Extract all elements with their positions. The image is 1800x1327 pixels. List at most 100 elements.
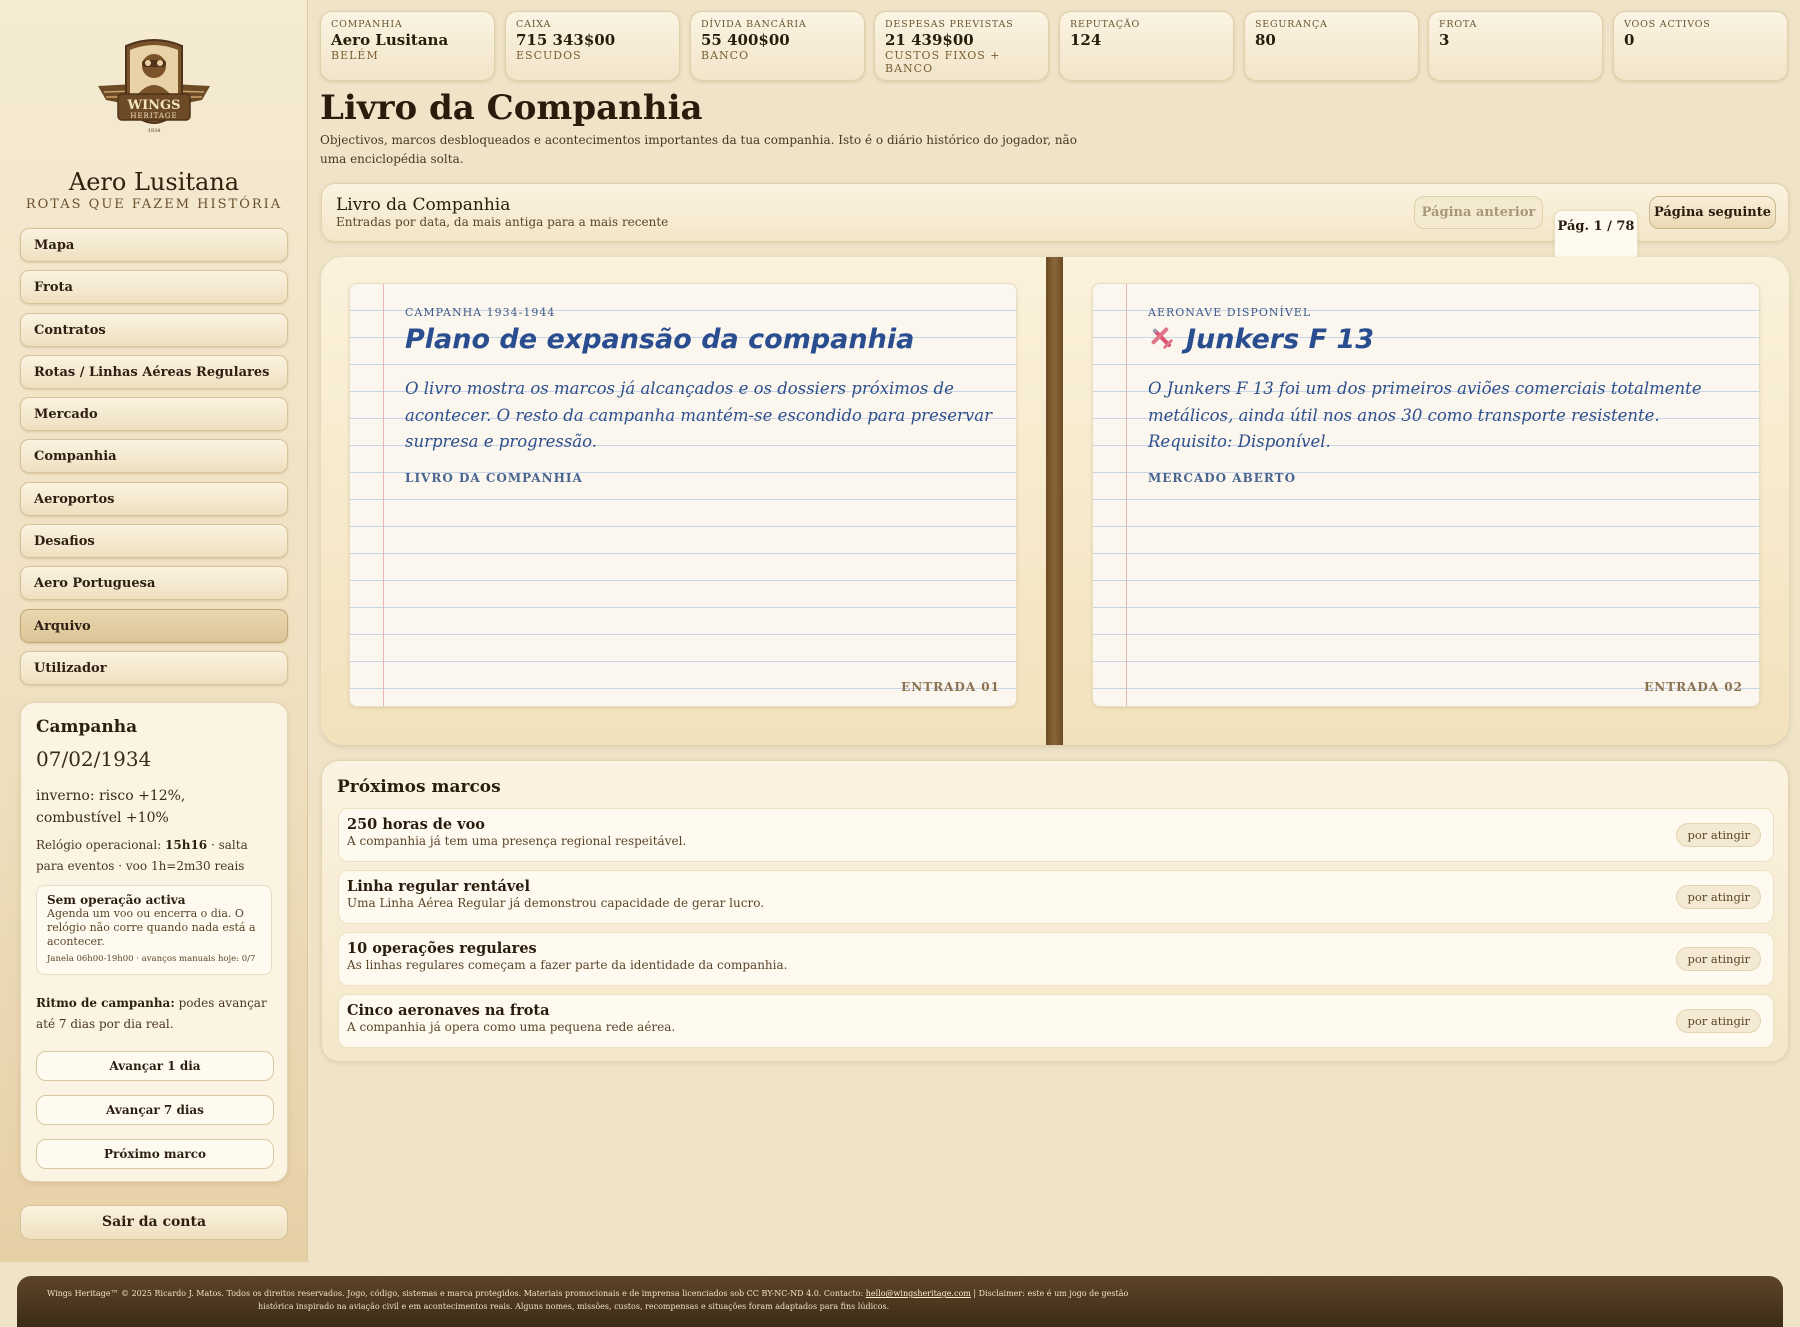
no-operation-text: Agenda um voo ou encerra o dia. O relógi…	[47, 907, 256, 948]
status-badge: por atingir	[1676, 1009, 1761, 1033]
advance-7-days-button[interactable]: Avançar 7 dias	[36, 1095, 274, 1125]
milestone-desc: As linhas regulares começam a fazer part…	[347, 958, 788, 972]
logout-button[interactable]: Sair da conta	[20, 1205, 288, 1240]
operational-clock: Relógio operacional: 15h16 · salta para …	[36, 835, 272, 877]
milestone-name: 250 horas de voo	[347, 816, 485, 833]
entry-heading-row: Junkers F 13	[1148, 324, 1374, 355]
stat-label: FROTA	[1439, 19, 1478, 30]
stat-label: REPUTAÇÃO	[1070, 19, 1141, 30]
page-description: Objectivos, marcos desbloqueados e acont…	[320, 133, 1077, 166]
campaign-season: inverno: risco +12%, combustível +10%	[36, 788, 186, 826]
stat-sub: ESCUDOS	[516, 49, 582, 62]
campaign-panel: Campanha 07/02/1934 inverno: risco +12%,…	[20, 702, 288, 1182]
wings-heritage-logo[interactable]: WINGS HERITAGE 1934	[96, 36, 212, 146]
sidebar-item-rotas[interactable]: Rotas / Linhas Aéreas Regulares	[20, 354, 288, 389]
stat-card-cash: CAIXA 715 343$00 ESCUDOS	[505, 11, 680, 81]
milestone-desc: Uma Linha Aérea Regular já demonstrou ca…	[347, 896, 765, 910]
milestone-desc: A companhia já opera como uma pequena re…	[347, 1020, 676, 1034]
no-operation-box: Sem operação activa Agenda um voo ou enc…	[36, 885, 272, 975]
entry-kicker: AERONAVE DISPONÍVEL	[1148, 306, 1312, 319]
stat-label: SEGURANÇA	[1255, 19, 1328, 30]
stat-value: 80	[1255, 31, 1276, 49]
contact-email-link[interactable]: hello@wingsheritage.com	[866, 1289, 971, 1298]
next-milestone-button[interactable]: Próximo marco	[36, 1139, 274, 1169]
milestone-name: 10 operações regulares	[347, 940, 537, 957]
stat-card-fleet: FROTA 3	[1428, 11, 1603, 81]
status-badge: por atingir	[1676, 823, 1761, 847]
book-header: Livro da Companhia Entradas por data, da…	[321, 183, 1789, 634]
clock-label: Relógio operacional:	[36, 838, 162, 852]
milestones-title: Próximos marcos	[337, 777, 501, 797]
milestone-row: Cinco aeronaves na frota A companhia já …	[338, 994, 1774, 1048]
stat-label: VOOS ACTIVOS	[1624, 19, 1711, 30]
sidebar-nav: Mapa Frota Contratos Rotas / Linhas Aére…	[20, 228, 288, 693]
entry-tag: MERCADO ABERTO	[1148, 471, 1297, 485]
stat-value: 715 343$00	[516, 31, 616, 49]
no-operation-title: Sem operação activa	[47, 893, 186, 907]
advance-1-day-button[interactable]: Avançar 1 dia	[36, 1051, 274, 1081]
sidebar-item-arquivo[interactable]: Arquivo	[20, 608, 288, 643]
stat-sub: CUSTOS FIXOS + BANCO	[885, 49, 1001, 75]
entry-kicker: CAMPANHA 1934-1944	[405, 306, 556, 319]
sidebar-item-desafios[interactable]: Desafios	[20, 524, 288, 559]
stat-value: Aero Lusitana	[331, 31, 449, 49]
sidebar-item-aero-portuguesa[interactable]: Aero Portuguesa	[20, 566, 288, 601]
pace-label: Ritmo de campanha:	[36, 996, 175, 1010]
book-page-right: AERONAVE DISPONÍVEL Junkers F 13 O Junke…	[1092, 283, 1760, 707]
stat-value: 3	[1439, 31, 1450, 49]
entry-tag: LIVRO DA COMPANHIA	[405, 471, 583, 485]
sidebar-item-frota[interactable]: Frota	[20, 270, 288, 305]
milestone-name: Linha regular rentável	[347, 878, 531, 895]
clock-value: 15h16	[165, 838, 208, 852]
entry-heading: Plano de expansão da companhia	[405, 324, 915, 355]
sidebar-item-contratos[interactable]: Contratos	[20, 312, 288, 347]
campaign-pace: Ritmo de campanha: podes avançar até 7 d…	[36, 993, 272, 1035]
stat-label: DÍVIDA BANCÁRIA	[701, 19, 807, 30]
entry-heading: Junkers F 13	[1186, 324, 1374, 355]
entry-number: ENTRADA 02	[1644, 680, 1743, 694]
sidebar-item-utilizador[interactable]: Utilizador	[20, 650, 288, 685]
logo-text-top: WINGS	[126, 98, 180, 113]
logo-year: 1934	[148, 128, 161, 134]
campaign-date: 07/02/1934	[36, 747, 152, 771]
operation-window: Janela 06h00-19h00 · avanços manuais hoj…	[47, 954, 256, 964]
sidebar-item-aeroportos[interactable]: Aeroportos	[20, 481, 288, 516]
status-badge: por atingir	[1676, 947, 1761, 971]
entry-body: O Junkers F 13 foi um dos primeiros aviõ…	[1148, 379, 1702, 451]
sidebar-item-mercado[interactable]: Mercado	[20, 397, 288, 432]
stat-label: DESPESAS PREVISTAS	[885, 19, 1014, 30]
stat-value: 0	[1624, 31, 1635, 49]
next-page-button[interactable]: Página seguinte	[1649, 196, 1776, 229]
footer-disclaimer: | Disclaimer: este é um jogo de gestão	[973, 1289, 1129, 1298]
entry-number: ENTRADA 01	[901, 680, 1000, 694]
milestone-row: 10 operações regulares As linhas regular…	[338, 932, 1774, 986]
stat-value: 55 400$00	[701, 31, 790, 49]
stat-sub: BELÉM	[331, 49, 379, 62]
stat-card-bank-debt: DÍVIDA BANCÁRIA 55 400$00 BANCO	[690, 11, 865, 81]
milestone-row: 250 horas de voo A companhia já tem uma …	[338, 808, 1774, 862]
upcoming-milestones: Próximos marcos 250 horas de voo A compa…	[321, 760, 1789, 1062]
book-subtitle: Entradas por data, da mais antiga para a…	[336, 215, 669, 229]
stat-sub: BANCO	[701, 49, 750, 62]
milestone-desc: A companhia já tem uma presença regional…	[347, 834, 687, 848]
sidebar: WINGS HERITAGE 1934 Aero Lusitana ROTAS …	[0, 0, 308, 1262]
company-name: Aero Lusitana	[68, 168, 240, 196]
footer: Wings Heritage™ © 2025 Ricardo J. Matos.…	[17, 1276, 1783, 1327]
stat-card-expenses: DESPESAS PREVISTAS 21 439$00 CUSTOS FIXO…	[874, 11, 1049, 81]
company-book: CAMPANHA 1934-1944 Plano de expansão da …	[321, 257, 1789, 745]
stat-label: COMPANHIA	[331, 19, 403, 30]
stat-label: CAIXA	[516, 19, 552, 30]
stat-card-reputation: REPUTAÇÃO 124	[1059, 11, 1234, 81]
company-tagline: ROTAS QUE FAZEM HISTÓRIA	[25, 197, 283, 212]
stat-value: 21 439$00	[885, 31, 974, 49]
footer-line-1: Wings Heritage™ © 2025 Ricardo J. Matos.…	[47, 1287, 1783, 1300]
stat-card-company: COMPANHIA Aero Lusitana BELÉM	[320, 11, 495, 81]
previous-page-button[interactable]: Página anterior	[1414, 196, 1543, 229]
footer-copyright: Wings Heritage™ © 2025 Ricardo J. Matos.…	[47, 1289, 864, 1298]
airplane-icon	[1148, 324, 1176, 352]
sidebar-item-mapa[interactable]: Mapa	[20, 228, 288, 262]
campaign-title: Campanha	[36, 717, 138, 737]
milestone-row: Linha regular rentável Uma Linha Aérea R…	[338, 870, 1774, 924]
sidebar-item-companhia[interactable]: Companhia	[20, 439, 288, 474]
stat-card-safety: SEGURANÇA 80	[1244, 11, 1419, 81]
